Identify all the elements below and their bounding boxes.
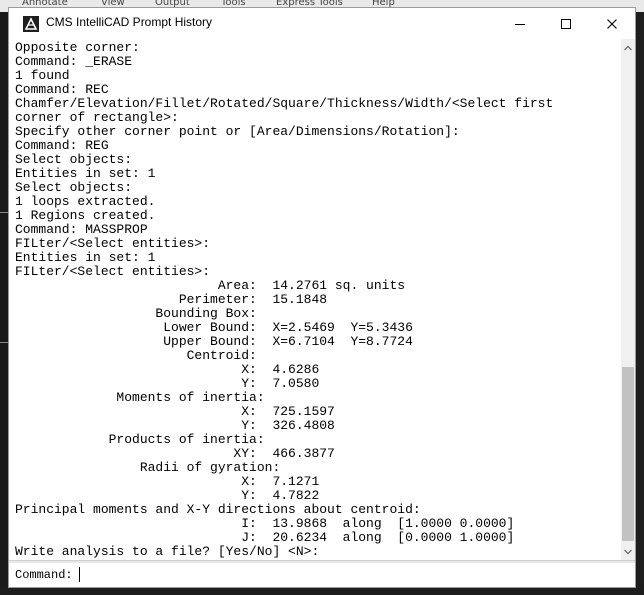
history-line: Select objects: [15,180,133,195]
prompt-history-text[interactable]: Opposite corner: Command: _ERASE 1 found Co… [9,39,621,560]
history-line: X: 725.1597 [15,404,335,419]
history-line: Moments of inertia: [15,390,265,405]
close-button[interactable] [589,8,635,39]
history-line: Command: REG [15,138,109,153]
intellicad-app-icon [23,16,39,32]
background-drawing-area [0,588,644,595]
history-line: Perimeter: 15.1848 [15,292,328,307]
history-line: Upper Bound: X=6.7104 Y=8.7724 [15,334,413,349]
history-line: corner of rectangle>: [15,110,179,125]
history-line: FILter/<Select entities>: [15,264,211,279]
history-line: Chamfer/Elevation/Fillet/Rotated/Square/… [15,96,554,111]
scroll-down-button[interactable] [621,543,635,560]
history-line: Bounding Box: [15,306,257,321]
vertical-scrollbar[interactable] [621,39,635,560]
history-line: Centroid: [15,348,257,363]
history-line: Entities in set: 1 [15,166,156,181]
history-line: X: 4.6286 [15,362,320,377]
title-bar[interactable]: CMS IntelliCAD Prompt History [9,8,635,39]
scrollbar-thumb[interactable] [622,367,634,541]
command-input[interactable] [79,566,619,584]
history-line: XY: 466.3877 [15,446,335,461]
maximize-button[interactable] [543,8,589,39]
history-line: Y: 7.0580 [15,376,320,391]
window-title: CMS IntelliCAD Prompt History [46,15,213,29]
command-line: Command: [9,564,635,587]
history-line: Area: 14.2761 sq. units [15,278,406,293]
history-line: 1 found [15,68,70,83]
close-icon [607,18,617,29]
history-line: J: 20.6234 along [0.0000 1.0000] [15,530,515,545]
history-line: Command: REC [15,82,109,97]
command-divider [9,560,635,563]
command-label: Command: [15,568,73,582]
history-line: Opposite corner: [15,40,140,55]
history-line: Radii of gyration: [15,460,281,475]
history-lines: Opposite corner: Command: _ERASE 1 found Co… [15,41,553,559]
chevron-up-icon [624,45,632,50]
scroll-up-button[interactable] [621,39,635,56]
history-line: Principal moments and X-Y directions abo… [15,502,421,517]
history-line: Products of inertia: [15,432,265,447]
minimize-button[interactable] [497,8,543,39]
history-line: Select objects: [15,152,133,167]
minimize-icon [515,23,525,25]
history-line: Command: _ERASE [15,54,133,69]
prompt-history-window: CMS IntelliCAD Prompt History Opposite c… [8,7,636,588]
history-line: 1 loops extracted. [15,194,156,209]
maximize-icon [561,18,571,29]
history-line: Y: 326.4808 [15,418,335,433]
history-line: Specify other corner point or [Area/Dime… [15,124,460,139]
history-line: I: 13.9868 along [1.0000 0.0000] [15,516,515,531]
text-caret [79,567,80,582]
history-line: Y: 4.7822 [15,488,320,503]
history-line: X: 7.1271 [15,474,320,489]
history-line: Entities in set: 1 [15,250,156,265]
history-line: Lower Bound: X=2.5469 Y=5.3436 [15,320,413,335]
history-line: 1 Regions created. [15,208,156,223]
history-line: Command: MASSPROP [15,222,148,237]
history-line: FILter/<Select entities>: [15,236,211,251]
chevron-down-icon [624,549,632,554]
history-line: Write analysis to a file? [Yes/No] <N>: [15,544,320,559]
